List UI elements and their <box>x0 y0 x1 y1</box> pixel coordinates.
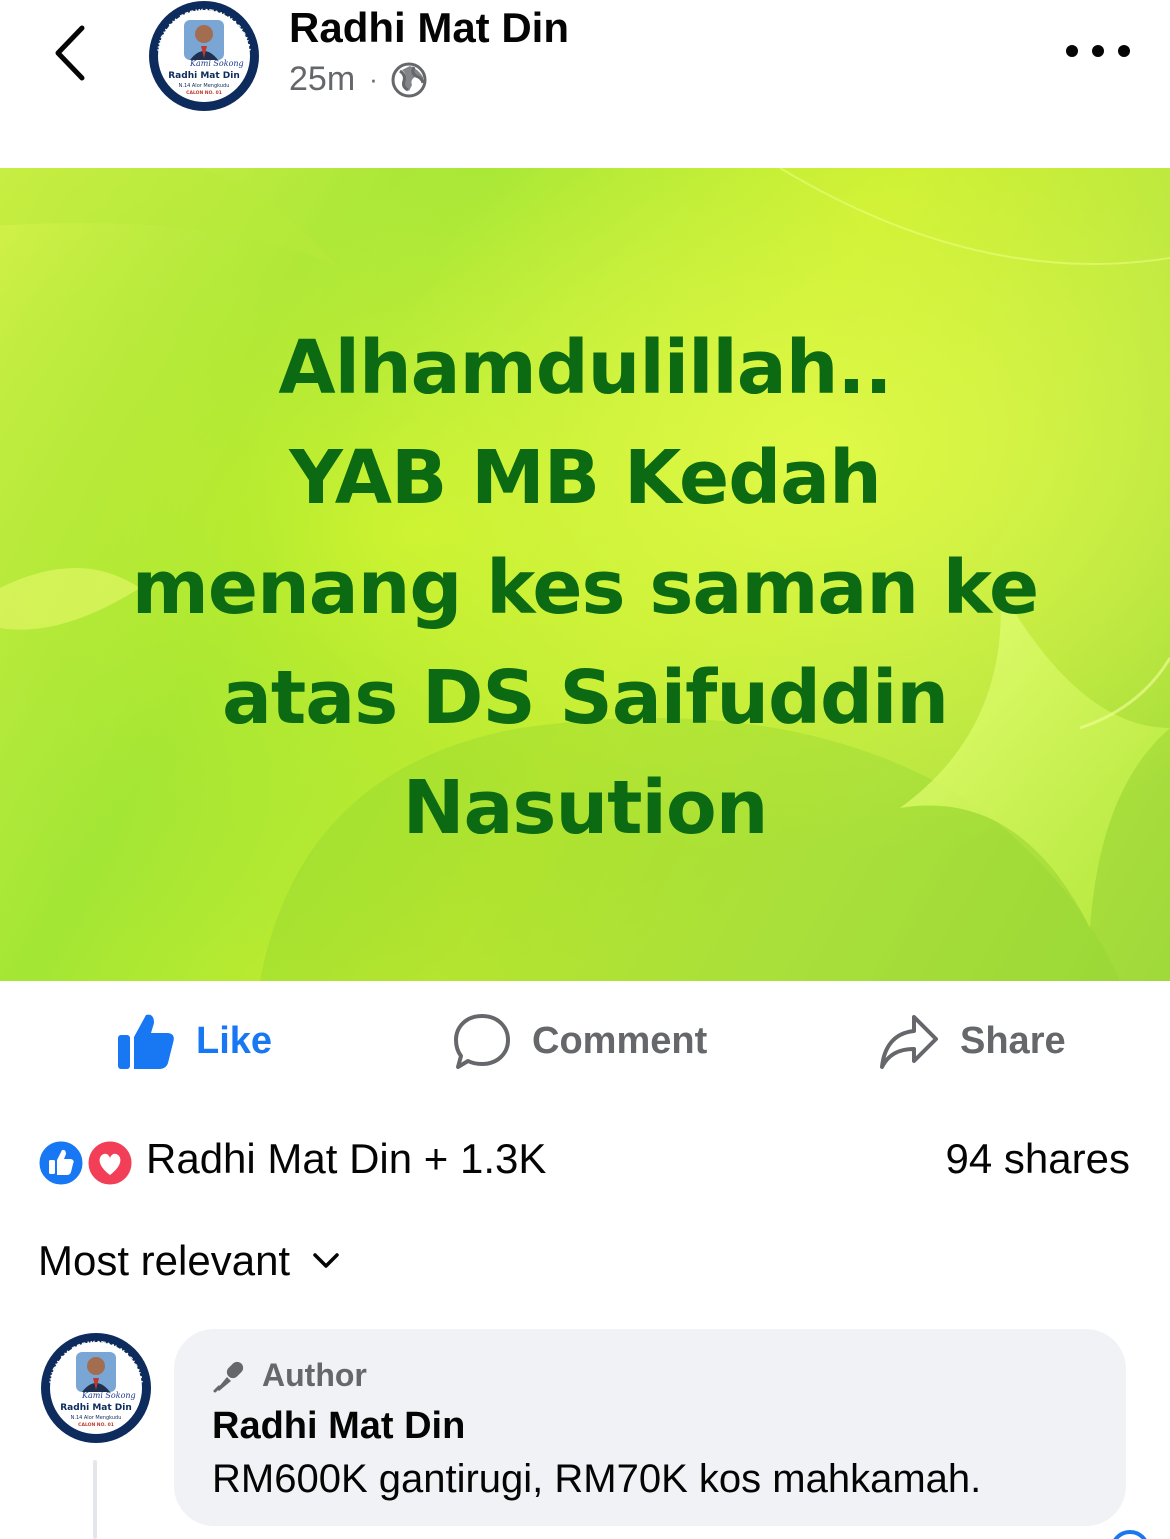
author-avatar[interactable]: UNDILAH PERIKATAN NASIONAL Kami Sokong R… <box>144 0 264 112</box>
sort-label: Most relevant <box>38 1237 291 1284</box>
avatar-area-text: N.14 Alor Mengkudu <box>179 83 230 89</box>
comment-avatar[interactable]: UNDILAH PERIKATAN NASIONAL Kami Sokong R… <box>36 1332 156 1444</box>
post-actions: Like Comment Share <box>0 981 1170 1103</box>
comment-button[interactable]: Comment <box>452 1009 707 1073</box>
shares-count[interactable]: 94 shares <box>946 1135 1130 1183</box>
reaction-count[interactable]: Radhi Mat Din + 1.3K <box>146 1135 546 1183</box>
post-header: UNDILAH PERIKATAN NASIONAL Kami Sokong R… <box>0 0 1170 168</box>
avatar-candidate-text: CALON NO. 01 <box>78 1422 114 1428</box>
more-horizontal-icon <box>1066 45 1078 57</box>
comment-sort-dropdown[interactable]: Most relevant <box>38 1237 340 1285</box>
speech-bubble-icon <box>454 1014 510 1069</box>
microphone-icon <box>213 1361 244 1392</box>
more-options-button[interactable] <box>1066 34 1130 68</box>
more-dot <box>1092 45 1104 57</box>
chevron-left-icon <box>55 25 85 81</box>
comment-label: Comment <box>532 1019 708 1062</box>
author-badge: Author <box>212 1357 367 1394</box>
reactions-summary: Radhi Mat Din + 1.3K 94 shares <box>0 1122 1170 1202</box>
post-text-line: Alhamdulillah.. <box>278 325 892 411</box>
more-dot <box>1118 45 1130 57</box>
avatar-name-text: Radhi Mat Din <box>168 71 240 81</box>
share-label: Share <box>960 1019 1066 1062</box>
avatar-script-text: Kami Sokong <box>189 59 244 68</box>
avatar-candidate-text: CALON NO. 01 <box>186 90 222 96</box>
avatar-name-text: Radhi Mat Din <box>60 1403 132 1413</box>
post-text: Alhamdulillah.. YAB MB Kedah menang kes … <box>40 313 1130 863</box>
post-meta: 25m · <box>289 60 428 99</box>
globe-icon[interactable] <box>390 61 428 99</box>
reaction-icons[interactable] <box>36 1138 136 1188</box>
like-label: Like <box>196 1019 273 1062</box>
post-time[interactable]: 25m <box>289 60 355 99</box>
post-text-line: YAB MB Kedah <box>289 435 882 521</box>
author-name[interactable]: Radhi Mat Din <box>289 4 569 52</box>
share-arrow-icon <box>880 1015 938 1069</box>
reply-avatar-edge <box>1110 1530 1150 1539</box>
post-text-line: menang kes saman ke <box>131 545 1039 631</box>
chevron-down-icon <box>313 1253 339 1268</box>
back-button[interactable] <box>44 18 104 88</box>
post-image[interactable]: Alhamdulillah.. YAB MB Kedah menang kes … <box>0 168 1170 981</box>
post-text-line: atas DS Saifuddin <box>222 655 949 741</box>
avatar-script-text: Kami Sokong <box>81 1391 136 1400</box>
comment-text: RM600K gantirugi, RM70K kos mahkamah. <box>212 1457 982 1501</box>
comment-bubble[interactable]: Author Radhi Mat Din RM600K gantirugi, R… <box>174 1329 1126 1526</box>
thread-line <box>93 1460 97 1539</box>
avatar-area-text: N.14 Alor Mengkudu <box>71 1415 122 1421</box>
author-badge-label: Author <box>262 1357 367 1393</box>
comment-author-name[interactable]: Radhi Mat Din <box>212 1405 465 1448</box>
like-button[interactable]: Like <box>116 1009 272 1073</box>
share-button[interactable]: Share <box>878 1009 1066 1073</box>
post-text-line: Nasution <box>402 765 769 851</box>
meta-separator: · <box>369 64 378 94</box>
thumbs-up-icon <box>118 1014 174 1069</box>
